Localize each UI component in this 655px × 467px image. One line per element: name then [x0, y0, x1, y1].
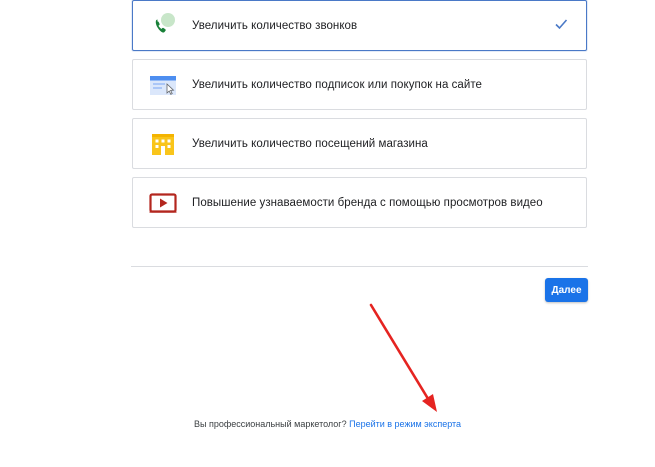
goal-option-website[interactable]: Увеличить количество подписок или покупо… [132, 59, 587, 110]
checkmark-icon [555, 19, 568, 30]
goal-option-calls[interactable]: Увеличить количество звонков [132, 0, 587, 51]
store-building-icon [147, 128, 179, 160]
goal-selection-page: Увеличить количество звонков Увеличить к… [0, 0, 655, 467]
expert-mode-link[interactable]: Перейти в режим эксперта [349, 419, 461, 429]
phone-call-icon [147, 10, 179, 42]
expert-mode-question: Вы профессиональный маркетолог? [193, 419, 347, 429]
expert-mode-prompt: Вы профессиональный маркетолог? Перейти … [0, 419, 655, 429]
goal-option-label: Увеличить количество звонков [192, 19, 358, 32]
goal-option-label: Увеличить количество посещений магазина [192, 137, 428, 150]
goal-option-label: Повышение узнаваемости бренда с помощью … [192, 196, 543, 209]
video-play-icon [147, 187, 179, 219]
next-button[interactable]: Далее [545, 278, 588, 302]
website-click-icon [147, 69, 179, 101]
goal-option-label: Увеличить количество подписок или покупо… [192, 78, 482, 91]
goal-option-video-views[interactable]: Повышение узнаваемости бренда с помощью … [132, 177, 587, 228]
section-divider [131, 266, 588, 267]
goal-option-store-visits[interactable]: Увеличить количество посещений магазина [132, 118, 587, 169]
